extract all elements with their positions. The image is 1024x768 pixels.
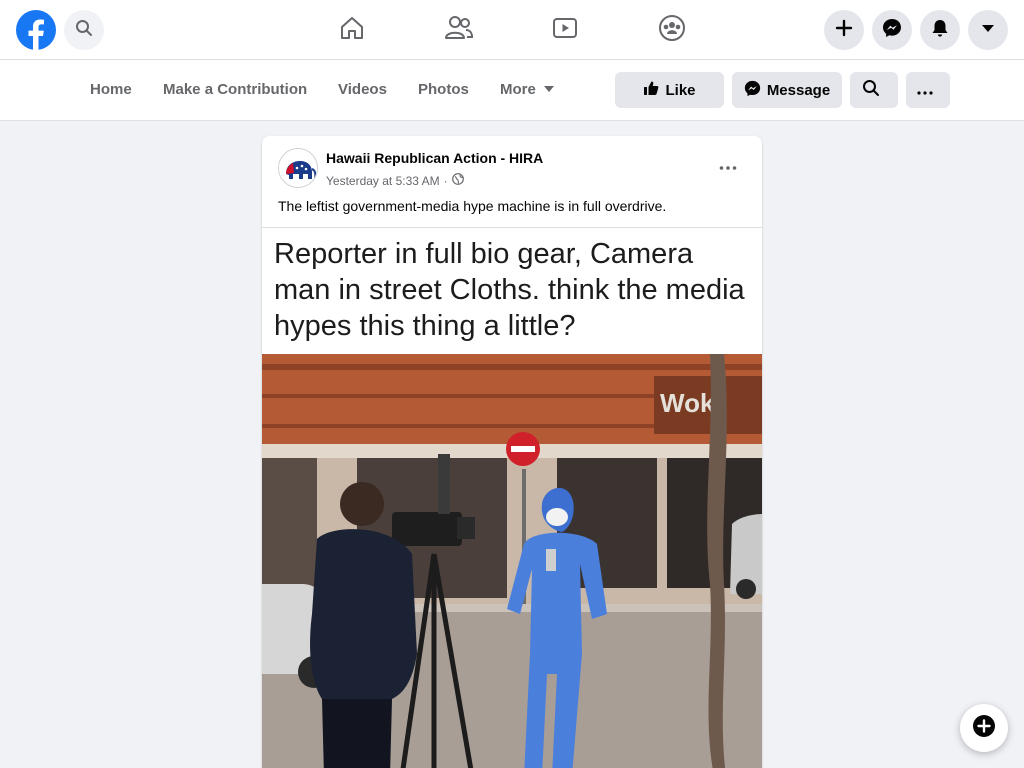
home-icon xyxy=(338,14,366,47)
search-button[interactable] xyxy=(64,10,104,50)
meta-separator: · xyxy=(443,173,448,188)
caret-down-icon xyxy=(980,20,996,41)
facebook-logo-icon[interactable] xyxy=(16,10,56,50)
message-page-button[interactable]: Message xyxy=(732,72,842,108)
post-text: The leftist government-media hype machin… xyxy=(278,198,667,214)
watch-icon xyxy=(551,14,579,47)
message-button-label: Message xyxy=(766,81,831,99)
top-navigation xyxy=(0,0,1024,60)
nav-tab-friends[interactable] xyxy=(443,14,475,46)
post-card: Hawaii Republican Action - HIRA Yesterda… xyxy=(262,136,762,768)
post-divider xyxy=(262,227,762,228)
messenger-icon xyxy=(882,18,902,43)
like-button-label: Like xyxy=(665,81,696,99)
account-menu-button[interactable] xyxy=(968,10,1008,50)
messenger-button[interactable] xyxy=(872,10,912,50)
meme-caption-line: Reporter in full bio gear, Camera xyxy=(274,238,694,270)
new-message-button[interactable] xyxy=(960,704,1008,752)
bell-icon xyxy=(930,18,950,43)
thumbs-up-icon xyxy=(643,80,665,100)
post-metadata: Yesterday at 5:33 AM · xyxy=(326,173,464,188)
friends-icon xyxy=(444,14,474,47)
ellipsis-icon xyxy=(917,82,939,99)
shop-sign-text: Wok xyxy=(660,388,715,418)
plus-icon xyxy=(835,19,853,42)
page-tab-videos[interactable]: Videos xyxy=(338,60,387,120)
nav-tab-home[interactable] xyxy=(336,14,368,46)
messenger-icon xyxy=(744,80,767,101)
page-search-button[interactable] xyxy=(850,72,898,108)
like-page-button[interactable]: Like xyxy=(615,72,724,108)
meme-caption: Reporter in full bio gear, Camera man in… xyxy=(274,236,758,344)
page-tab-make-a-contribution[interactable]: Make a Contribution xyxy=(163,60,307,120)
meme-caption-line: hypes this thing a little? xyxy=(274,310,576,342)
page-more-button[interactable] xyxy=(906,72,950,108)
search-icon xyxy=(75,19,93,42)
page-tab-photos[interactable]: Photos xyxy=(418,60,469,120)
page-tab-more-label: More xyxy=(500,81,536,98)
page-header-bar: Home Make a Contribution Videos Photos M… xyxy=(0,60,1024,121)
page-tab-more[interactable]: More xyxy=(500,60,554,120)
nav-tab-watch[interactable] xyxy=(549,14,581,46)
page-tab-home[interactable]: Home xyxy=(90,60,132,120)
groups-icon xyxy=(658,14,686,47)
page-avatar[interactable] xyxy=(278,148,318,188)
caret-down-icon xyxy=(543,86,554,93)
create-button[interactable] xyxy=(824,10,864,50)
ellipsis-icon xyxy=(719,157,737,175)
post-photo[interactable]: Wok xyxy=(262,354,762,768)
meme-caption-line: man in street Cloths. think the media xyxy=(274,274,745,306)
post-timestamp[interactable]: Yesterday at 5:33 AM xyxy=(326,174,440,188)
post-options-button[interactable] xyxy=(708,148,748,184)
globe-icon[interactable] xyxy=(451,173,464,188)
post-author-name[interactable]: Hawaii Republican Action - HIRA xyxy=(326,150,543,166)
search-icon xyxy=(862,79,886,101)
notifications-button[interactable] xyxy=(920,10,960,50)
new-message-icon xyxy=(972,714,996,743)
nav-tab-groups[interactable] xyxy=(656,14,688,46)
